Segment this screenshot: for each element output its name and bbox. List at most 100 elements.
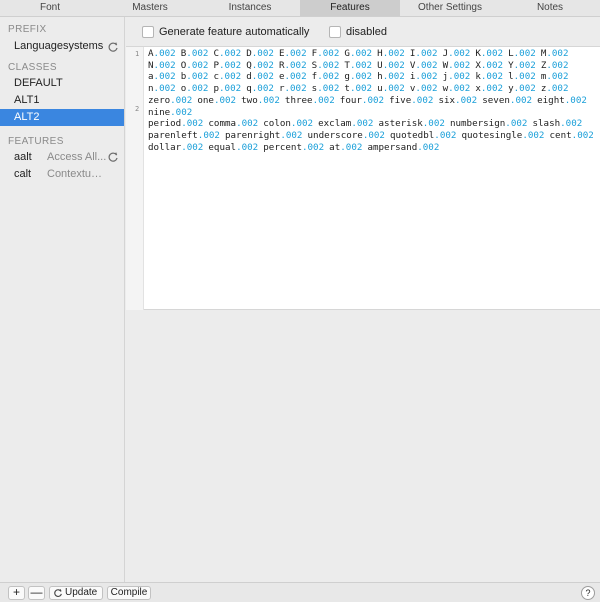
glyph-suffix: .002: [290, 118, 314, 130]
add-button[interactable]: +: [8, 586, 25, 600]
tab-masters[interactable]: Masters: [100, 0, 200, 16]
tab-other-settings[interactable]: Other Settings: [400, 0, 500, 16]
tab-font[interactable]: Font: [0, 0, 100, 16]
glyph-token: ampersand.002: [367, 142, 439, 153]
sidebar-item-alt2[interactable]: ALT2: [0, 109, 124, 126]
glyph-token: K.002: [475, 48, 503, 59]
glyph-suffix: .002: [448, 59, 471, 71]
glyph-token: eight.002: [537, 95, 587, 106]
refresh-icon[interactable]: [107, 41, 119, 53]
glyph-token: B.002: [181, 48, 209, 59]
glyph-token: h.002: [377, 71, 405, 82]
glyph-suffix: .002: [546, 59, 569, 71]
glyph-token: l.002: [508, 71, 536, 82]
glyph-suffix: .002: [480, 59, 504, 71]
glyph-token: H.002: [377, 48, 405, 59]
feature-tag: calt: [14, 168, 32, 180]
glyph-suffix: .002: [522, 129, 545, 141]
glyph-token: M.002: [541, 48, 569, 59]
glyph-suffix: .002: [153, 48, 176, 59]
sidebar-item-default[interactable]: DEFAULT: [0, 75, 124, 92]
glyph-suffix: .002: [509, 94, 533, 106]
generate-automatically-checkbox[interactable]: Generate feature automatically: [142, 25, 309, 39]
glyph-name: nine: [148, 106, 171, 118]
glyph-name: asterisk: [378, 118, 423, 130]
glyph-suffix: .002: [251, 48, 274, 59]
tab-notes[interactable]: Notes: [500, 0, 600, 16]
options-bar: Generate feature automatically disabled: [126, 17, 600, 47]
glyph-suffix: .002: [351, 118, 374, 130]
line-number: 1: [135, 50, 140, 58]
glyph-suffix: .002: [382, 83, 405, 95]
glyph-name: comma: [208, 118, 237, 130]
sidebar-item-languagesystems[interactable]: Languagesystems: [0, 37, 124, 56]
glyph-suffix: .002: [362, 129, 385, 141]
glyph-suffix: .002: [219, 59, 242, 71]
glyph-name: seven: [482, 94, 510, 106]
glyph-token: equal.002: [208, 142, 258, 153]
tab-bar: Font Masters Instances Features Other Se…: [0, 0, 600, 17]
feature-tag: aalt: [14, 151, 32, 163]
checkbox-box[interactable]: [329, 26, 341, 38]
glyph-name: equal: [208, 141, 237, 153]
glyph-token: I.002: [410, 48, 438, 59]
remove-button[interactable]: —: [28, 586, 45, 600]
glyph-token: Y.002: [508, 60, 536, 71]
glyph-name: period: [148, 118, 182, 130]
bottom-bar: + — Update Compile ?: [0, 582, 600, 602]
glyph-name: one: [197, 94, 214, 106]
glyph-suffix: .002: [340, 141, 363, 153]
tab-features[interactable]: Features: [300, 0, 400, 16]
glyph-token: exclam.002: [318, 118, 373, 129]
glyph-token: slash.002: [532, 118, 582, 129]
glyph-token: zero.002: [148, 95, 192, 106]
glyph-token: four.002: [340, 95, 384, 106]
lower-pane: [126, 311, 600, 582]
glyph-name: at: [329, 141, 341, 153]
sidebar-item-alt1[interactable]: ALT1: [0, 92, 124, 109]
glyph-suffix: .002: [415, 59, 438, 71]
glyph-token: comma.002: [208, 118, 258, 129]
checkbox-box[interactable]: [142, 26, 154, 38]
glyph-suffix: .002: [564, 94, 587, 106]
glyph-suffix: .002: [480, 71, 504, 83]
glyph-token: g.002: [344, 71, 372, 82]
feature-note: Contextual...: [47, 168, 107, 180]
glyph-suffix: .002: [317, 48, 340, 59]
glyph-token: seven.002: [482, 95, 532, 106]
glyph-suffix: .002: [186, 83, 209, 95]
glyph-suffix: .002: [560, 118, 583, 130]
glyph-token: J.002: [443, 48, 471, 59]
feature-note: Access All...: [47, 151, 107, 163]
sidebar-item-calt[interactable]: calt Contextual...: [0, 166, 124, 183]
refresh-icon[interactable]: [107, 151, 119, 163]
compile-button[interactable]: Compile: [107, 586, 151, 600]
glyph-token: period.002: [148, 118, 203, 129]
glyph-token: P.002: [213, 60, 241, 71]
glyph-name: percent: [263, 141, 302, 153]
glyph-token: c.002: [213, 71, 241, 82]
update-button[interactable]: Update: [49, 586, 103, 600]
sidebar: PREFIX Languagesystems CLASSES DEFAULT A…: [0, 17, 125, 582]
disabled-label: disabled: [346, 26, 387, 38]
line-number-gutter: 1 2: [126, 47, 144, 310]
glyph-name: cent: [549, 129, 572, 141]
code-line: period.002 comma.002 colon.002 exclam.00…: [148, 118, 598, 153]
code-editor[interactable]: 1 2 A.002 B.002 C.002 D.002 E.002 F.002 …: [126, 47, 600, 310]
glyph-suffix: .002: [349, 59, 373, 71]
glyph-token: dollar.002: [148, 142, 203, 153]
glyph-token: Z.002: [541, 60, 569, 71]
glyph-token: one.002: [197, 95, 236, 106]
glyph-token: a.002: [148, 71, 176, 82]
tab-instances[interactable]: Instances: [200, 0, 300, 16]
disabled-checkbox[interactable]: disabled: [329, 25, 387, 39]
glyph-token: six.002: [438, 95, 477, 106]
glyph-suffix: .002: [153, 59, 176, 71]
code-text[interactable]: A.002 B.002 C.002 D.002 E.002 F.002 G.00…: [148, 47, 598, 153]
help-button[interactable]: ?: [581, 586, 595, 600]
glyph-suffix: .002: [513, 48, 536, 59]
glyph-token: quotedbl.002: [390, 130, 456, 141]
sidebar-item-aalt[interactable]: aalt Access All...: [0, 149, 124, 166]
glyph-name: underscore: [307, 129, 363, 141]
glyph-suffix: .002: [448, 83, 471, 95]
